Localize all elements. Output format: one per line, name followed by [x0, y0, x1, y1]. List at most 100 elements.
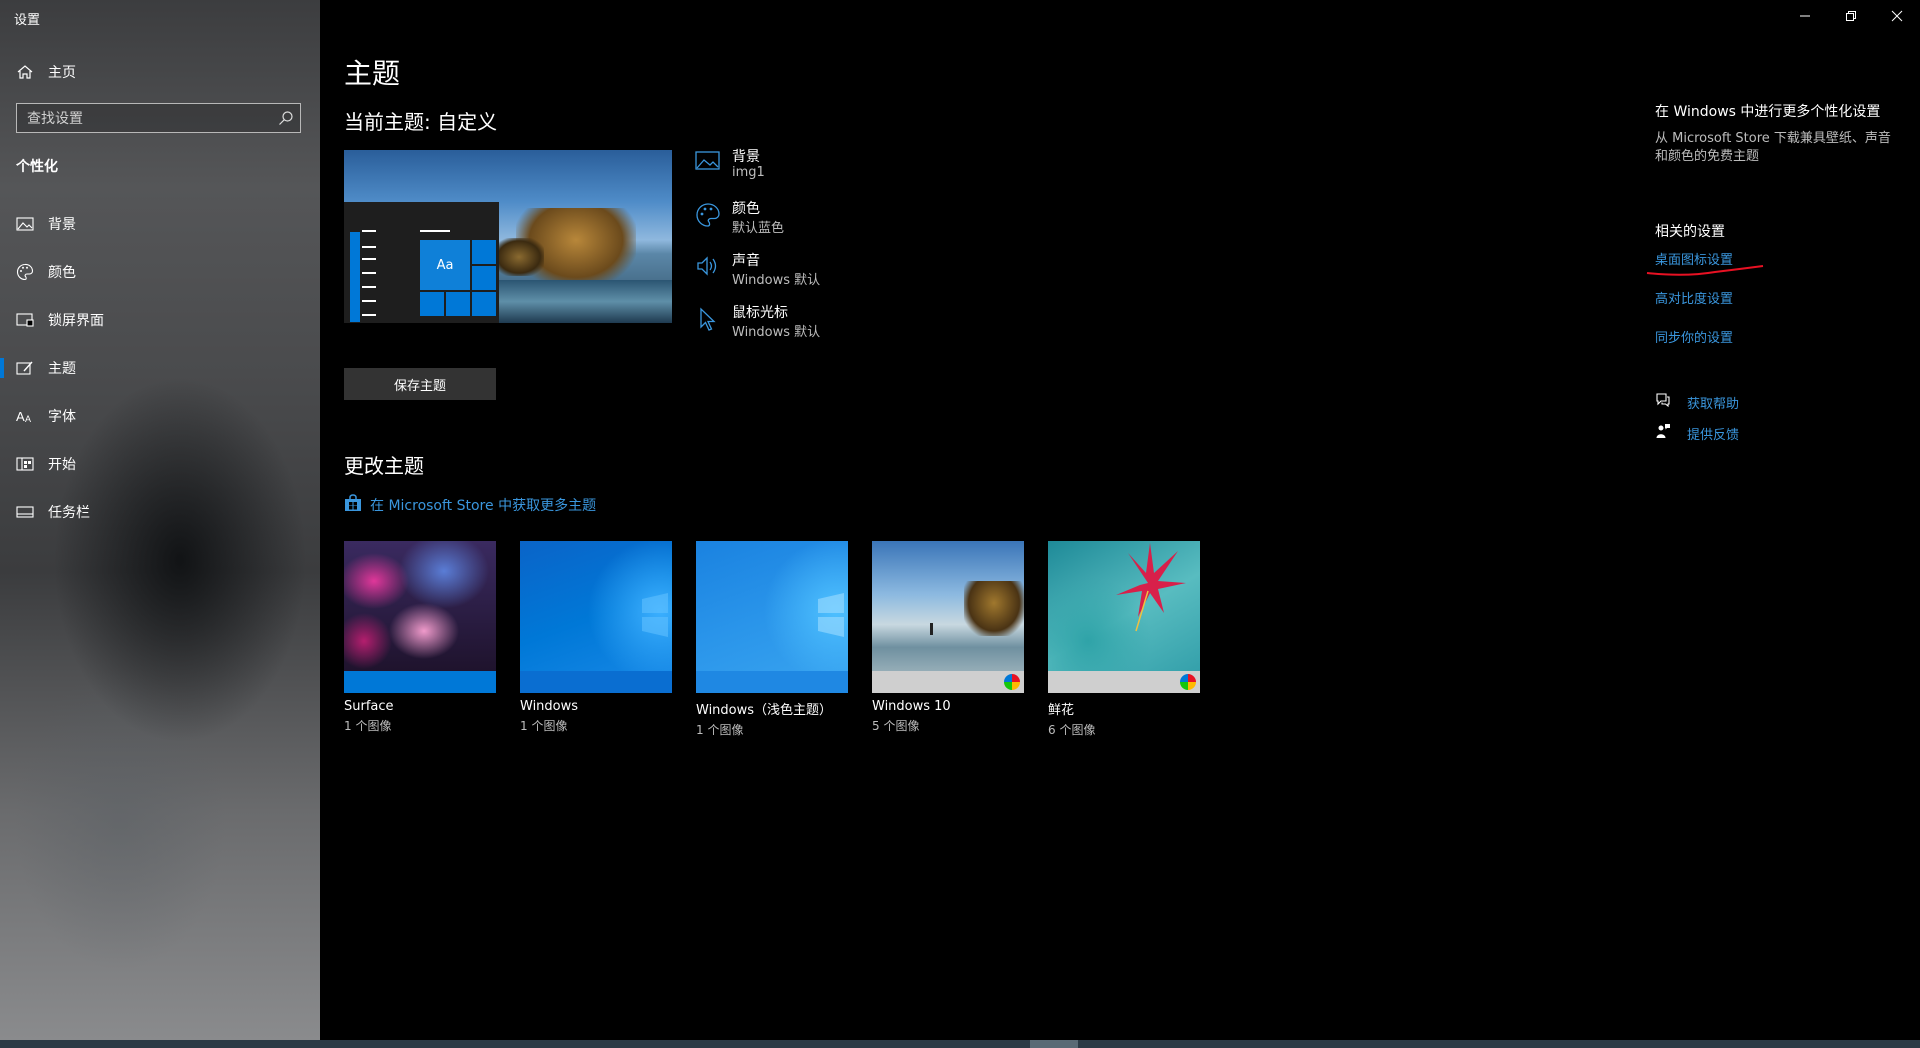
font-icon: AA	[16, 407, 34, 425]
save-theme-button[interactable]: 保存主题	[344, 368, 496, 400]
theme-accent-strip	[696, 671, 848, 693]
theme-prop-background[interactable]: 背景 img1	[695, 146, 935, 190]
minimize-icon	[1799, 7, 1811, 26]
cursor-icon	[695, 306, 721, 332]
sidebar-item-label: 字体	[48, 409, 76, 425]
close-button[interactable]	[1874, 0, 1920, 32]
store-link-label: 在 Microsoft Store 中获取更多主题	[370, 498, 597, 514]
sidebar-item-label: 背景	[48, 217, 76, 233]
theme-prop-color[interactable]: 颜色 默认蓝色	[695, 198, 935, 242]
change-theme-heading: 更改主题	[344, 454, 424, 478]
high-contrast-settings-link[interactable]: 高对比度设置	[1655, 288, 1733, 307]
search-icon[interactable]	[278, 110, 294, 126]
color-wheel-icon	[1180, 674, 1196, 690]
prop-value: Windows 默认	[732, 325, 821, 340]
preview-tile: Aa	[420, 240, 470, 290]
preview-tile	[446, 292, 470, 316]
preview-tile	[472, 292, 496, 316]
theme-thumbnail	[872, 541, 1024, 693]
theme-thumbnail	[696, 541, 848, 693]
feedback-link[interactable]: 提供反馈	[1655, 422, 1739, 444]
minimize-button[interactable]	[1782, 0, 1828, 32]
windows-logo-icon	[642, 593, 668, 637]
theme-thumbnail	[520, 541, 672, 693]
preview-line	[362, 272, 376, 274]
image-icon	[16, 215, 34, 233]
theme-card-windows-light[interactable]: Windows（浅色主题） 1 个图像	[696, 541, 848, 738]
sidebar-item-colors[interactable]: 颜色	[0, 250, 320, 294]
svg-text:A: A	[25, 414, 31, 424]
sidebar-item-fonts[interactable]: AA 字体	[0, 394, 320, 438]
theme-accent-strip	[1048, 671, 1200, 693]
person-figure	[930, 623, 933, 635]
palette-icon	[695, 202, 721, 228]
theme-accent-strip	[520, 671, 672, 693]
theme-card-windows[interactable]: Windows 1 个图像	[520, 541, 672, 734]
search-input[interactable]	[17, 104, 279, 134]
theme-card-flowers[interactable]: 鲜花 6 个图像	[1048, 541, 1200, 738]
prop-name: 声音	[732, 253, 760, 269]
sidebar-item-background[interactable]: 背景	[0, 202, 320, 246]
taskbar-icon	[16, 503, 34, 521]
help-chat-icon	[1655, 392, 1671, 412]
sidebar-item-label: 主题	[48, 361, 76, 377]
theme-name: Windows（浅色主题）	[696, 703, 833, 718]
theme-name: Windows	[520, 699, 579, 714]
preview-line	[362, 258, 376, 260]
prop-name: 颜色	[732, 201, 760, 217]
prop-value: 默认蓝色	[732, 221, 785, 236]
get-help-link[interactable]: 获取帮助	[1655, 391, 1739, 413]
sidebar-item-label: 锁屏界面	[48, 313, 104, 329]
theme-accent-strip	[344, 671, 496, 693]
get-help-label: 获取帮助	[1687, 396, 1740, 412]
close-icon	[1891, 7, 1903, 26]
store-link[interactable]: 在 Microsoft Store 中获取更多主题	[344, 494, 596, 516]
restore-icon	[1845, 7, 1857, 26]
store-icon	[344, 494, 362, 516]
image-icon	[695, 150, 721, 176]
restore-button[interactable]	[1828, 0, 1874, 32]
sync-settings-link[interactable]: 同步你的设置	[1655, 327, 1733, 346]
prop-value: Windows 默认	[732, 273, 821, 288]
theme-thumbnail	[344, 541, 496, 693]
preview-line	[362, 314, 376, 316]
preview-line	[420, 230, 450, 232]
sidebar-item-home[interactable]: 主页	[0, 50, 320, 94]
preview-start-menu: Aa	[344, 202, 499, 323]
sidebar-item-themes[interactable]: 主题	[0, 346, 320, 390]
sidebar-item-taskbar[interactable]: 任务栏	[0, 490, 320, 534]
preview-line	[362, 300, 376, 302]
home-icon	[16, 63, 34, 81]
sidebar-item-label: 任务栏	[48, 505, 90, 521]
theme-preview: Aa	[344, 150, 672, 323]
theme-prop-sound[interactable]: 声音 Windows 默认	[695, 250, 935, 294]
preview-tile	[472, 240, 496, 264]
section-heading: 个性化	[16, 159, 58, 175]
sidebar-item-start[interactable]: 开始	[0, 442, 320, 486]
current-theme-heading: 当前主题: 自定义	[344, 110, 498, 134]
theme-prop-cursor[interactable]: 鼠标光标 Windows 默认	[695, 302, 935, 346]
more-personalization-description: 从 Microsoft Store 下载兼具壁纸、声音和颜色的免费主题	[1655, 131, 1891, 164]
prop-name: 鼠标光标	[732, 305, 788, 321]
feedback-icon	[1655, 423, 1671, 443]
related-settings-heading: 相关的设置	[1655, 224, 1725, 240]
sidebar-item-label: 开始	[48, 457, 76, 473]
start-icon	[16, 455, 34, 473]
red-underline-annotation	[1646, 265, 1764, 276]
theme-count: 1 个图像	[696, 723, 744, 737]
theme-card-surface[interactable]: Surface 1 个图像	[344, 541, 496, 734]
theme-icon	[16, 359, 34, 377]
prop-name: 背景	[732, 149, 760, 165]
theme-name: 鲜花	[1048, 703, 1075, 718]
window-title: 设置	[14, 13, 41, 28]
windows-logo-icon	[818, 593, 844, 637]
sidebar-item-lock-screen[interactable]: 锁屏界面	[0, 298, 320, 342]
preview-line	[362, 246, 376, 248]
search-box[interactable]	[16, 103, 301, 134]
theme-count: 6 个图像	[1048, 723, 1096, 737]
color-wheel-icon	[1004, 674, 1020, 690]
speaker-icon	[695, 254, 721, 280]
taskbar-active-item[interactable]	[1030, 1040, 1078, 1048]
theme-card-windows-10[interactable]: Windows 10 5 个图像	[872, 541, 1024, 734]
page-title: 主题	[344, 57, 401, 90]
